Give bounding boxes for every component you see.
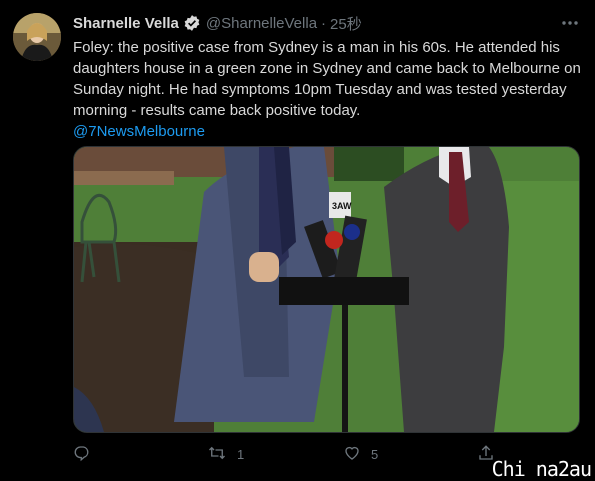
like-count: 5	[371, 446, 379, 462]
mention-link[interactable]: @7NewsMelbourne	[73, 121, 583, 142]
tweet-header: Sharnelle Vella @SharnelleVella · 25秒	[73, 12, 581, 34]
retweet-button[interactable]: 1	[207, 444, 244, 465]
author-name[interactable]: Sharnelle Vella	[73, 15, 179, 32]
like-button[interactable]: 5	[343, 444, 378, 465]
verified-badge-icon	[183, 14, 201, 32]
tweet-text: Foley: the positive case from Sydney is …	[73, 39, 581, 119]
tweet-body: Foley: the positive case from Sydney is …	[73, 37, 583, 142]
heart-icon	[343, 444, 361, 465]
author-handle[interactable]: @SharnelleVella	[206, 15, 317, 32]
watermark: Chi na2au	[491, 457, 592, 481]
tweet-media-image[interactable]: 3AW	[73, 146, 580, 433]
tweet-actions: 1 5	[73, 443, 503, 465]
microphone-logo: 3AW	[332, 201, 352, 211]
author-avatar[interactable]	[13, 13, 61, 61]
separator-dot: ·	[321, 14, 327, 32]
tweet-timestamp[interactable]: 25秒	[330, 13, 362, 34]
retweet-icon	[207, 444, 227, 465]
retweet-count: 1	[237, 446, 245, 462]
reply-button[interactable]	[73, 444, 101, 465]
reply-icon	[73, 444, 91, 465]
more-options-icon[interactable]	[561, 14, 579, 32]
